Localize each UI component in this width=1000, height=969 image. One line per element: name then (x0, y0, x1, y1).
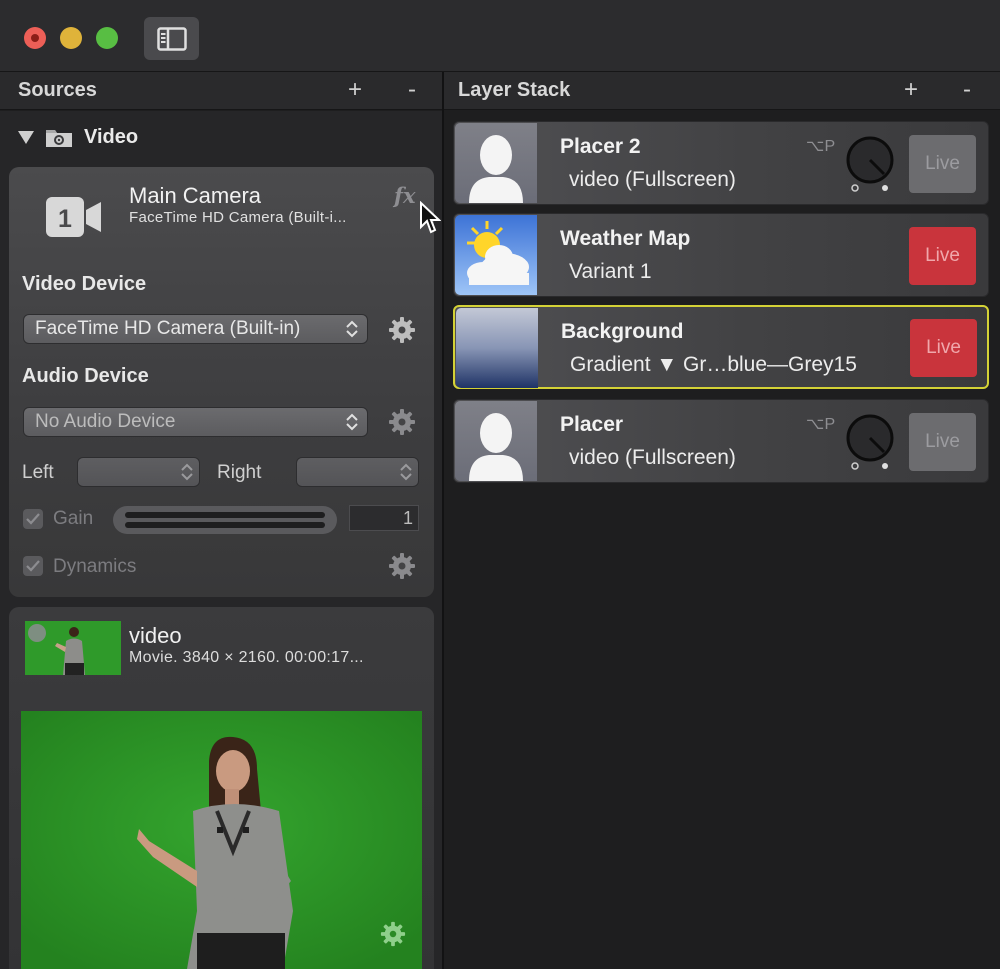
remove-source-button[interactable]: - (408, 76, 416, 104)
video-device-settings-gear-icon[interactable] (388, 316, 416, 344)
updown-chevron-icon (346, 413, 358, 431)
layer-name: Weather Map (560, 227, 691, 250)
video-group-label: Video (84, 125, 139, 148)
left-channel-select[interactable] (77, 457, 200, 487)
mouse-cursor-icon (420, 201, 441, 234)
video-device-value: FaceTime HD Camera (Built-in) (35, 318, 301, 339)
sidebar-toggle-button[interactable] (144, 17, 199, 60)
live-button[interactable]: Live (910, 319, 977, 377)
checkmark-icon (26, 513, 40, 525)
dynamics-checkbox[interactable] (23, 556, 43, 576)
title-bar (0, 0, 1000, 72)
layer-thumbnail (455, 401, 537, 481)
camera-title: Main Camera (129, 183, 262, 208)
opacity-knob[interactable] (844, 134, 896, 192)
movie-preview (21, 711, 422, 969)
layer-row-placer[interactable]: Placer video (Fullscreen) ⌥P Live (453, 399, 989, 483)
video-device-label: Video Device (22, 273, 147, 295)
gain-slider-track (125, 512, 325, 518)
gain-slider[interactable] (113, 506, 337, 534)
camera-subtitle: FaceTime HD Camera (Built-i... (129, 209, 347, 226)
right-channel-select[interactable] (296, 457, 419, 487)
layer-stack-header: Layer Stack + - (444, 72, 1000, 110)
opacity-knob[interactable] (844, 412, 896, 470)
weather-icon (467, 221, 529, 285)
layer-stack-title: Layer Stack (458, 79, 571, 101)
layer-shortcut: ⌥P (806, 138, 836, 155)
sidebar-icon (156, 26, 187, 51)
left-channel-label: Left (22, 462, 54, 483)
svg-text:1: 1 (58, 205, 72, 233)
audio-device-label: Audio Device (22, 365, 149, 387)
layer-thumbnail (455, 215, 537, 295)
layer-thumbnail (456, 308, 538, 388)
updown-chevron-icon (346, 320, 358, 338)
camera-source-card[interactable]: 1 Main Camera FaceTime HD Camera (Built-… (9, 167, 441, 597)
live-button[interactable]: Live (909, 135, 976, 193)
gain-value-field[interactable]: 1 (349, 505, 419, 531)
movie-thumbnail (25, 621, 121, 675)
camera-icon: 1 (46, 197, 101, 237)
sources-panel: Video 1 Main Camera FaceTime HD Camera (… (0, 111, 442, 969)
zoom-window-button[interactable] (96, 27, 118, 49)
layer-subtitle: Gradient ▼ Gr…blue—Grey15 (570, 353, 857, 376)
folder-icon (46, 130, 72, 147)
person-silhouette-icon (469, 135, 523, 203)
person-silhouette-icon (469, 413, 523, 481)
remove-layer-button[interactable]: - (963, 76, 971, 104)
audio-device-value: No Audio Device (35, 411, 176, 432)
sources-header: Sources + - (0, 72, 442, 110)
checkmark-icon (26, 560, 40, 572)
layer-subtitle: video (Fullscreen) (569, 168, 736, 191)
right-channel-label: Right (217, 462, 262, 483)
layer-name: Background (561, 320, 684, 343)
layer-row-placer-2[interactable]: Placer 2 video (Fullscreen) ⌥P Live (453, 121, 989, 205)
audio-device-select[interactable]: No Audio Device (23, 407, 368, 437)
dynamics-settings-gear-icon[interactable] (388, 552, 416, 580)
presenter-figure (21, 711, 422, 969)
layer-shortcut: ⌥P (806, 416, 836, 433)
video-group-row[interactable]: Video (18, 125, 138, 149)
updown-chevron-icon (400, 463, 412, 481)
sources-title: Sources (18, 79, 97, 101)
layer-subtitle: video (Fullscreen) (569, 446, 736, 469)
minimize-window-button[interactable] (60, 27, 82, 49)
column-divider[interactable] (442, 72, 444, 969)
add-layer-button[interactable]: + (904, 76, 918, 104)
movie-subtitle: Movie. 3840 × 2160. 00:00:17... (129, 649, 364, 666)
preview-settings-gear-icon[interactable] (380, 921, 406, 947)
layer-name: Placer 2 (560, 135, 641, 158)
gain-checkbox[interactable] (23, 509, 43, 529)
layer-subtitle: Variant 1 (569, 260, 652, 283)
movie-title: video (129, 623, 182, 648)
video-device-select[interactable]: FaceTime HD Camera (Built-in) (23, 314, 368, 344)
add-source-button[interactable]: + (348, 76, 362, 104)
dynamics-label: Dynamics (53, 556, 137, 577)
live-button[interactable]: Live (909, 413, 976, 471)
updown-chevron-icon (181, 463, 193, 481)
layer-row-weather-map[interactable]: Weather Map Variant 1 Live (453, 213, 989, 297)
layer-thumbnail (455, 123, 537, 203)
gain-slider-track (125, 522, 325, 528)
movie-source-card[interactable]: video Movie. 3840 × 2160. 00:00:17... (9, 607, 434, 969)
layer-row-background[interactable]: Background Gradient ▼ Gr…blue—Grey15 Liv… (453, 305, 989, 389)
fx-button[interactable]: fx (394, 183, 416, 208)
disclosure-triangle-icon[interactable] (18, 130, 34, 144)
movie-radio-button[interactable] (28, 624, 46, 642)
audio-device-settings-gear-icon[interactable] (388, 408, 416, 436)
gain-label: Gain (53, 508, 94, 529)
close-window-button[interactable] (24, 27, 46, 49)
layer-name: Placer (560, 413, 624, 436)
live-button[interactable]: Live (909, 227, 976, 285)
